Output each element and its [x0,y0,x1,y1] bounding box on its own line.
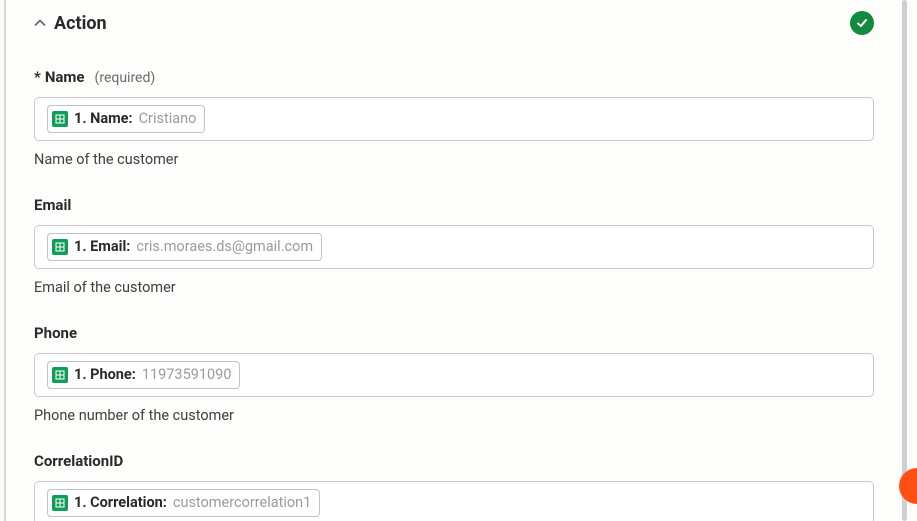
field-help-email: Email of the customer [34,279,874,296]
email-input[interactable]: 1. Email: cris.moraes.ds@gmail.com [34,225,874,269]
token-pill-correlationid[interactable]: 1. Correlation: customercorrelation1 [47,489,320,517]
token-key: 1. Correlation: [74,493,167,513]
field-label-email: Email [34,196,71,214]
field-help-phone: Phone number of the customer [34,407,874,424]
token-value: Cristiano [139,109,197,129]
sheet-icon [52,239,68,255]
field-label-name: *Name [34,68,85,86]
field-name: *Name (required) 1. Name: Cristiano Name… [34,68,874,168]
token-value: 11973591090 [142,365,232,385]
token-pill-name[interactable]: 1. Name: Cristiano [47,105,205,133]
token-key: 1. Phone: [74,365,136,385]
field-label-phone: Phone [34,324,77,342]
field-correlationid: CorrelationID 1. Correlation: customerco… [34,452,874,521]
section-title: Action [54,13,107,34]
token-pill-phone[interactable]: 1. Phone: 11973591090 [47,361,240,389]
action-panel: Action *Name (required) 1. Name: Cristia… [6,0,902,521]
token-key: 1. Email: [74,237,130,257]
field-email: Email 1. Email: cris.moraes.ds@gmail.com… [34,196,874,296]
field-help-name: Name of the customer [34,151,874,168]
scrollbar[interactable] [902,0,907,521]
section-header[interactable]: Action [34,8,874,38]
field-required-text: (required) [95,70,156,86]
status-ok-icon [850,11,874,35]
token-key: 1. Name: [74,109,133,129]
field-label-correlationid: CorrelationID [34,452,123,470]
token-value: cris.moraes.ds@gmail.com [136,237,313,257]
token-value: customercorrelation1 [173,493,311,513]
sheet-icon [52,111,68,127]
name-input[interactable]: 1. Name: Cristiano [34,97,874,141]
phone-input[interactable]: 1. Phone: 11973591090 [34,353,874,397]
field-phone: Phone 1. Phone: 11973591090 Phone number… [34,324,874,424]
sheet-icon [52,495,68,511]
correlationid-input[interactable]: 1. Correlation: customercorrelation1 [34,481,874,521]
chevron-up-icon [34,17,46,29]
sheet-icon [52,367,68,383]
token-pill-email[interactable]: 1. Email: cris.moraes.ds@gmail.com [47,233,322,261]
